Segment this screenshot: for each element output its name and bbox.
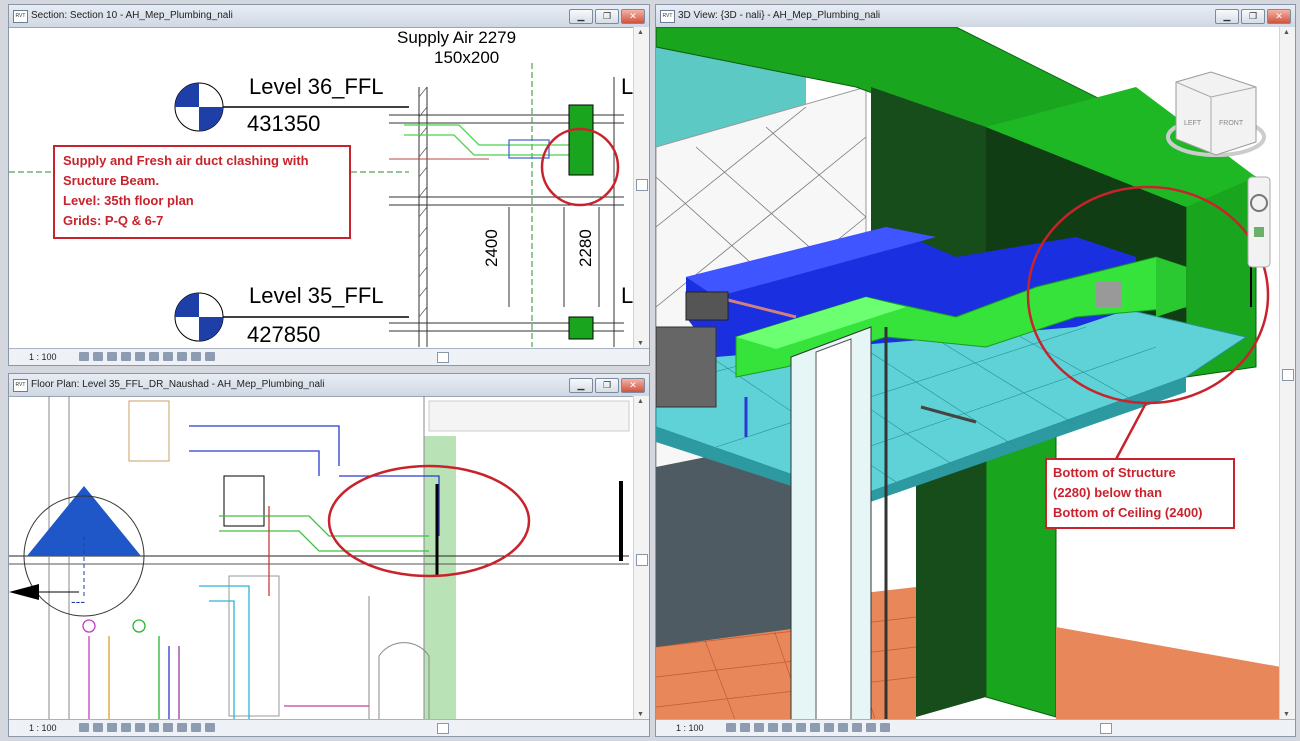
level-35-elevation: 427850 [247,322,320,347]
section-horizontal-scroll-thumb[interactable] [437,352,449,363]
section-beam-lower [568,316,594,340]
minimize-button[interactable]: ▁ [569,9,593,24]
view3d-canvas[interactable]: LEFT FRONT [656,27,1281,722]
floorplan-view-control-bar[interactable]: 1 : 100 [9,719,649,736]
section-marker-icon: --- [9,486,145,617]
view3d-window[interactable]: RVT 3D View: {3D - nali} - AH_Mep_Plumbi… [655,4,1296,737]
section-view-title: Section: Section 10 - AH_Mep_Plumbing_na… [31,10,233,21]
level-35-name: Level 35_FFL [249,283,384,308]
plan-walls [9,396,629,722]
vav-box [685,291,729,321]
floorplan-horizontal-scroll-thumb[interactable] [437,723,449,734]
section-view-window[interactable]: RVT Section: Section 10 - AH_Mep_Plumbin… [8,4,650,366]
section-vertical-scrollbar[interactable]: ▲ ▼ [633,27,649,349]
close-button[interactable]: ✕ [621,378,645,393]
grid-label-l: L [621,74,633,99]
zoom-icon[interactable] [1254,227,1264,237]
view3d-vertical-scrollbar[interactable]: ▲ ▼ [1279,27,1295,720]
level-36-name: Level 36_FFL [249,74,384,99]
revit-app-icon: RVT [13,379,28,392]
duct-tag-name: Supply Air 2279 [397,28,516,47]
section-view-tools[interactable] [79,352,215,361]
dimension-2280: 2280 [576,229,595,267]
dimension-2400: 2400 [482,229,501,267]
svg-text:---: --- [71,593,85,609]
floorplan-view-title: Floor Plan: Level 35_FFL_DR_Naushad - AH… [31,379,325,390]
section-beam [568,104,594,176]
restore-button[interactable]: ❐ [595,378,619,393]
view3d-control-bar[interactable]: 1 : 100 [656,719,1295,736]
restore-button[interactable]: ❐ [595,9,619,24]
plan-hatched-slab [428,400,630,432]
floorplan-view-canvas[interactable]: --- [9,396,634,722]
minimize-button[interactable]: ▁ [1215,9,1239,24]
floorplan-scale[interactable]: 1 : 100 [29,720,57,736]
close-button[interactable]: ✕ [621,9,645,24]
view3d-view-tools[interactable] [726,723,890,732]
floorplan-view-titlebar[interactable]: RVT Floor Plan: Level 35_FFL_DR_Naushad … [9,374,649,397]
section-view-control-bar[interactable]: 1 : 100 [9,348,649,365]
view3d-titlebar[interactable]: RVT 3D View: {3D - nali} - AH_Mep_Plumbi… [656,5,1295,28]
floorplan-vertical-scrollbar[interactable]: ▲ ▼ [633,396,649,720]
close-button[interactable]: ✕ [1267,9,1291,24]
equipment-box [656,326,717,408]
minimize-button[interactable]: ▁ [569,378,593,393]
3d-clash-callout: Bottom of Structure (2280) below than Bo… [1045,458,1235,529]
floorplan-view-window[interactable]: RVT Floor Plan: Level 35_FFL_DR_Naushad … [8,373,650,737]
navigation-bar[interactable] [1247,176,1271,268]
view3d-horizontal-scroll-thumb[interactable] [1100,723,1112,734]
duct-tag-size: 150x200 [434,48,499,67]
view3d-scale[interactable]: 1 : 100 [676,720,704,736]
floorplan-view-tools[interactable] [79,723,215,732]
restore-button[interactable]: ❐ [1241,9,1265,24]
view3d-title: 3D View: {3D - nali} - AH_Mep_Plumbing_n… [678,10,881,21]
grid-label-l-lower: L [621,283,633,308]
viewcube-left-face[interactable]: LEFT [1184,120,1202,127]
level-36-elevation: 431350 [247,111,320,136]
viewcube-front-face[interactable]: FRONT [1219,120,1244,127]
section-hatch [418,86,428,318]
section-scale[interactable]: 1 : 100 [29,349,57,365]
section-view-titlebar[interactable]: RVT Section: Section 10 - AH_Mep_Plumbin… [9,5,649,28]
column-dark-face [916,447,986,717]
section-clash-callout: Supply and Fresh air duct clashing with … [53,145,351,239]
revit-app-icon: RVT [13,10,28,23]
revit-app-icon: RVT [660,10,675,23]
